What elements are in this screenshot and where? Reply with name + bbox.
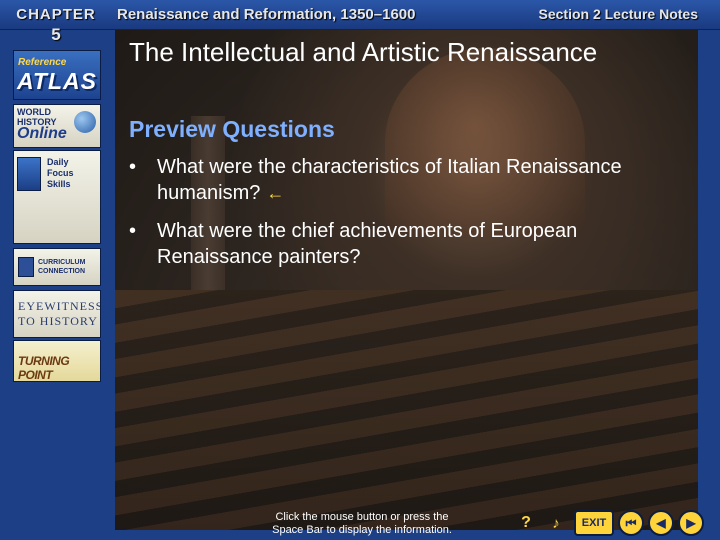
- slide-content[interactable]: The Intellectual and Artistic Renaissanc…: [115, 30, 698, 530]
- daily-line2: Focus: [47, 168, 74, 178]
- navigation-controls: ? ♪ EXIT ⏮ ◀ ▶: [512, 510, 717, 538]
- bullet: •: [129, 156, 137, 178]
- next-slide-button[interactable]: ▶: [678, 510, 704, 536]
- book-icon: [18, 257, 34, 277]
- online-line3: Online: [17, 125, 67, 142]
- chapter-word: CHAPTER: [16, 6, 96, 23]
- world-history-online-button[interactable]: WORLD HISTORY Online: [13, 104, 101, 148]
- section-label: Section 2 Lecture Notes: [538, 6, 699, 22]
- book-title: Renaissance and Reformation, 1350–1600: [117, 6, 416, 23]
- list-item: • What were the chief achievements of Eu…: [129, 218, 689, 270]
- turning-point-label: TURNING POINT: [18, 354, 70, 382]
- sound-icon[interactable]: ♪: [542, 510, 570, 536]
- eyewitness-line2: TO HISTORY: [18, 314, 98, 328]
- question-list: • What were the characteristics of Itali…: [129, 154, 689, 282]
- preview-questions-heading: Preview Questions: [129, 116, 335, 142]
- online-label-top: WORLD HISTORY: [17, 107, 57, 127]
- daily-focus-skills-button[interactable]: Daily Focus Skills: [13, 150, 101, 244]
- slide-title: The Intellectual and Artistic Renaissanc…: [129, 37, 598, 67]
- bullet: •: [129, 220, 137, 242]
- daily-focus-label: Daily Focus Skills: [47, 157, 74, 190]
- atlas-small-label: Reference: [18, 57, 67, 68]
- city-rooftops-image: [115, 290, 698, 530]
- previous-slide-button[interactable]: ◀: [648, 510, 674, 536]
- daily-line3: Skills: [47, 179, 71, 189]
- question-text: What were the chief achievements of Euro…: [157, 220, 578, 268]
- help-icon[interactable]: ?: [512, 510, 540, 536]
- question-text: What were the characteristics of Italian…: [157, 156, 622, 204]
- curriculum-label: CURRICULUM CONNECTION: [38, 258, 85, 276]
- return-arrow-icon[interactable]: ←: [266, 183, 284, 203]
- chapter-number: 5: [51, 25, 61, 44]
- transparency-icon: [17, 157, 41, 191]
- curriculum-connection-button[interactable]: CURRICULUM CONNECTION: [13, 248, 101, 286]
- reference-atlas-button[interactable]: Reference ATLAS: [13, 50, 101, 100]
- daily-line1: Daily: [47, 157, 69, 167]
- instruction-text: Click the mouse button or press the Spac…: [272, 511, 452, 536]
- first-slide-button[interactable]: ⏮: [618, 510, 644, 536]
- eyewitness-label: EYEWITNESS TO HISTORY: [18, 299, 101, 329]
- chapter-badge: CHAPTER 5: [6, 0, 106, 56]
- eyewitness-line1: EYEWITNESS: [18, 299, 101, 313]
- exit-button[interactable]: EXIT: [574, 510, 614, 536]
- globe-icon: [74, 111, 96, 133]
- eyewitness-to-history-button[interactable]: EYEWITNESS TO HISTORY: [13, 290, 101, 338]
- online-line1: WORLD: [17, 107, 51, 117]
- list-item: • What were the characteristics of Itali…: [129, 154, 689, 206]
- turning-point-button[interactable]: TURNING POINT: [13, 340, 101, 382]
- atlas-large-label: ATLAS: [17, 68, 97, 94]
- curriculum-line2: CONNECTION: [38, 268, 86, 275]
- curriculum-line1: CURRICULUM: [38, 259, 86, 266]
